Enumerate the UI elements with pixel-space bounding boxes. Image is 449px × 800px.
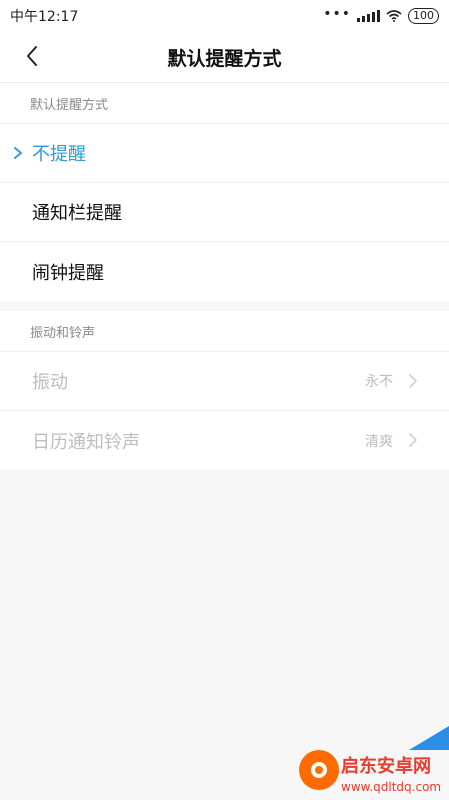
default-reminder-section: 默认提醒方式 不提醒 通知栏提醒 闹钟提醒 (0, 83, 449, 301)
selected-chevron-icon (14, 147, 22, 159)
section-header-default-reminder: 默认提醒方式 (0, 83, 449, 124)
row-value: 永不 (365, 374, 393, 390)
status-bar: 中午12:17 ••• 100 (0, 0, 449, 32)
status-time: 中午12:17 (10, 9, 79, 25)
row-vibration[interactable]: 振动 永不 (0, 352, 449, 411)
option-notification-bar[interactable]: 通知栏提醒 (0, 183, 449, 242)
option-label: 闹钟提醒 (32, 262, 104, 284)
row-label: 日历通知铃声 (32, 431, 140, 453)
battery-level: 100 (413, 9, 434, 22)
watermark-url: www.qdltdq.com (341, 780, 442, 794)
option-label: 通知栏提醒 (32, 203, 122, 224)
row-label: 振动 (32, 372, 68, 393)
wifi-icon (386, 10, 402, 22)
chevron-right-icon (409, 374, 417, 388)
watermark-logo-icon (299, 750, 339, 790)
page-title: 默认提醒方式 (167, 48, 282, 70)
option-alarm[interactable]: 闹钟提醒 (0, 242, 449, 301)
watermark-triangle (409, 726, 449, 750)
watermark-text: 启东安卓网 (341, 756, 431, 777)
more-dots-icon: ••• (323, 6, 351, 22)
watermark: 启东安卓网 www.qdltdq.com (299, 710, 449, 800)
app-header: 默认提醒方式 (0, 32, 449, 83)
row-value: 清爽 (365, 433, 393, 450)
status-icons: ••• 100 (323, 6, 439, 24)
option-label: 不提醒 (32, 144, 86, 165)
chevron-right-icon (409, 433, 417, 447)
signal-icon (357, 10, 380, 22)
option-no-reminder[interactable]: 不提醒 (0, 124, 449, 183)
vibration-ringtone-section: 振动和铃声 振动 永不 日历通知铃声 清爽 (0, 311, 449, 470)
row-calendar-ringtone[interactable]: 日历通知铃声 清爽 (0, 411, 449, 470)
battery-icon: 100 (408, 8, 439, 24)
section-header-vibration: 振动和铃声 (0, 311, 449, 352)
